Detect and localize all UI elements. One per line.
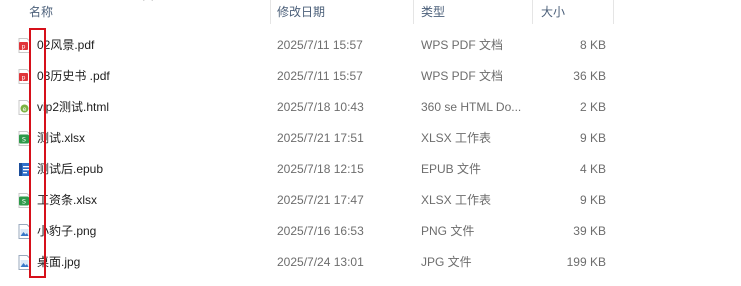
file-type: WPS PDF 文档 bbox=[421, 69, 504, 83]
column-divider[interactable] bbox=[413, 0, 414, 24]
file-name[interactable]: 03历史书 .pdf bbox=[37, 61, 267, 92]
file-size: 39 KB bbox=[573, 224, 606, 238]
file-modified-date: 2025/7/16 16:53 bbox=[277, 224, 364, 238]
file-size: 4 KB bbox=[579, 162, 606, 176]
file-modified-date: 2025/7/24 13:01 bbox=[277, 255, 364, 269]
file-name[interactable]: 02风景.pdf bbox=[37, 30, 267, 61]
column-header-name[interactable]: 名称 bbox=[29, 0, 53, 24]
file-name[interactable]: 桌面.jpg bbox=[37, 247, 267, 278]
file-size: 199 KB bbox=[566, 255, 606, 269]
column-divider[interactable] bbox=[532, 0, 533, 24]
file-row[interactable]: e vip2测试.html 2025/7/18 10:43 360 se HTM… bbox=[0, 92, 741, 123]
file-size: 36 KB bbox=[573, 69, 606, 83]
file-row[interactable]: p 03历史书 .pdf 2025/7/11 15:57 WPS PDF 文档 … bbox=[0, 61, 741, 92]
file-modified-date: 2025/7/21 17:47 bbox=[277, 193, 364, 207]
file-row[interactable]: 测试后.epub 2025/7/18 12:15 EPUB 文件 4 KB bbox=[0, 154, 741, 185]
file-modified-date: 2025/7/18 12:15 bbox=[277, 162, 364, 176]
file-row[interactable]: 桌面.jpg 2025/7/24 13:01 JPG 文件 199 KB bbox=[0, 247, 741, 278]
column-header-type[interactable]: 类型 bbox=[421, 0, 445, 24]
file-type: WPS PDF 文档 bbox=[421, 38, 504, 52]
file-size: 9 KB bbox=[579, 193, 606, 207]
svg-text:p: p bbox=[22, 44, 26, 51]
file-name[interactable]: 工资条.xlsx bbox=[37, 185, 267, 216]
file-row[interactable]: S 测试.xlsx 2025/7/21 17:51 XLSX 工作表 9 KB bbox=[0, 123, 741, 154]
file-modified-date: 2025/7/11 15:57 bbox=[277, 38, 363, 52]
file-name[interactable]: 测试后.epub bbox=[37, 154, 267, 185]
column-header-modified[interactable]: 修改日期 bbox=[277, 0, 325, 24]
column-header-size[interactable]: 大小 bbox=[541, 0, 565, 24]
svg-text:S: S bbox=[22, 136, 26, 144]
column-divider[interactable] bbox=[613, 0, 614, 24]
highlight-annotation-box bbox=[29, 28, 46, 278]
file-type: JPG 文件 bbox=[421, 255, 472, 269]
file-name[interactable]: 测试.xlsx bbox=[37, 123, 267, 154]
file-type: XLSX 工作表 bbox=[421, 131, 492, 145]
file-type: EPUB 文件 bbox=[421, 162, 482, 176]
svg-text:S: S bbox=[22, 198, 26, 206]
svg-text:p: p bbox=[22, 75, 26, 82]
file-name[interactable]: 小豹子.png bbox=[37, 216, 267, 247]
file-explorer-list: ︿ 名称 修改日期 类型 大小 p 02风景.pdf 2025/7/11 15:… bbox=[0, 0, 741, 286]
column-divider[interactable] bbox=[270, 0, 271, 24]
file-type: 360 se HTML Do... bbox=[421, 100, 522, 114]
file-row[interactable]: p 02风景.pdf 2025/7/11 15:57 WPS PDF 文档 8 … bbox=[0, 30, 741, 61]
sort-chevron-icon[interactable]: ︿ bbox=[143, 0, 153, 3]
file-modified-date: 2025/7/18 10:43 bbox=[277, 100, 364, 114]
file-name[interactable]: vip2测试.html bbox=[37, 92, 267, 123]
file-type: XLSX 工作表 bbox=[421, 193, 492, 207]
file-size: 9 KB bbox=[579, 131, 606, 145]
file-modified-date: 2025/7/21 17:51 bbox=[277, 131, 364, 145]
file-row[interactable]: 小豹子.png 2025/7/16 16:53 PNG 文件 39 KB bbox=[0, 216, 741, 247]
file-row[interactable]: S 工资条.xlsx 2025/7/21 17:47 XLSX 工作表 9 KB bbox=[0, 185, 741, 216]
svg-text:e: e bbox=[23, 105, 27, 113]
file-size: 2 KB bbox=[579, 100, 606, 114]
file-size: 8 KB bbox=[579, 38, 606, 52]
column-header-bar: ︿ 名称 修改日期 类型 大小 bbox=[0, 0, 741, 24]
file-type: PNG 文件 bbox=[421, 224, 475, 238]
file-modified-date: 2025/7/11 15:57 bbox=[277, 69, 363, 83]
